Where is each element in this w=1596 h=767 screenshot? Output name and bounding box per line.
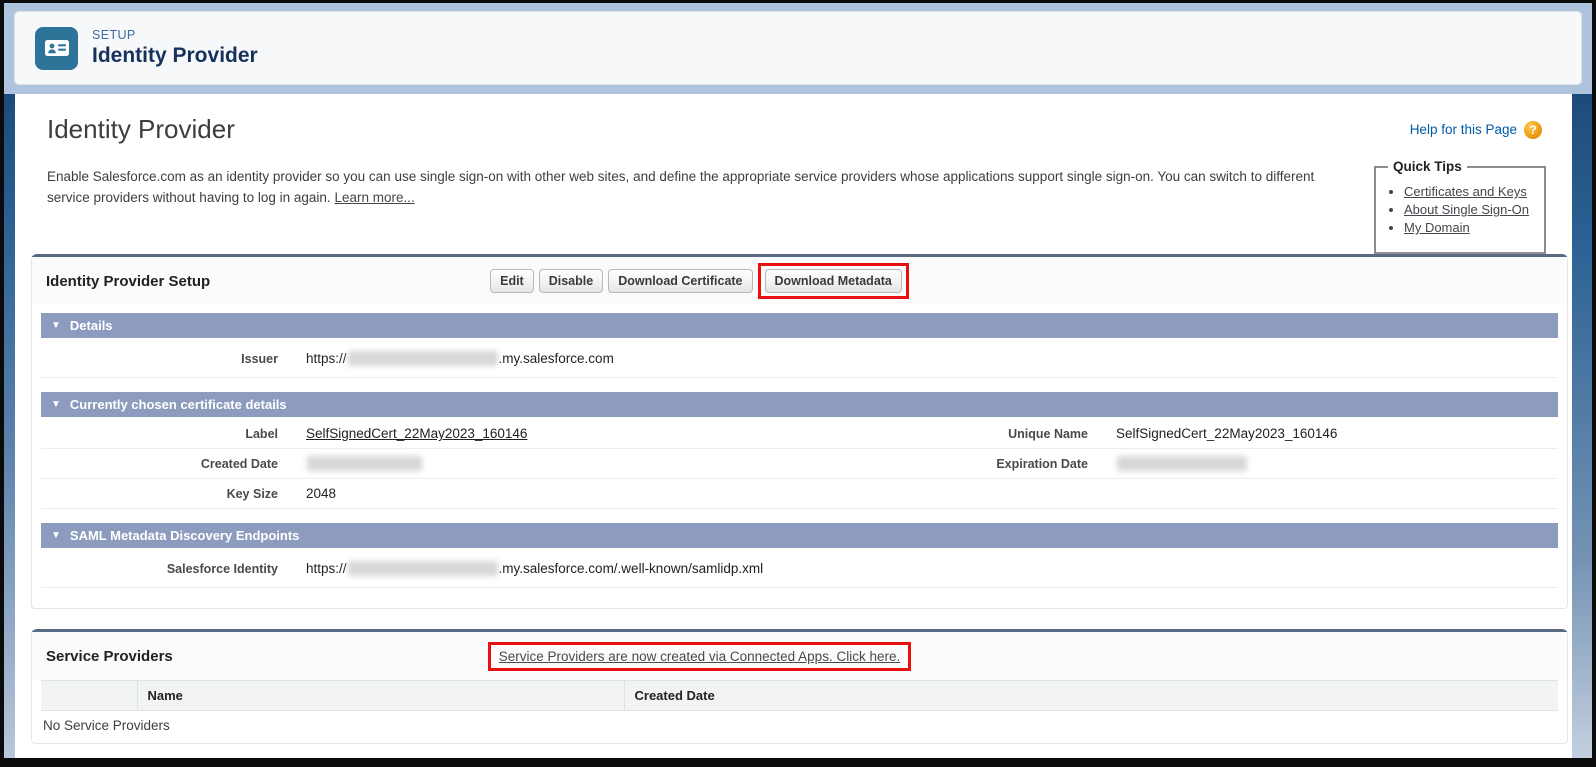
setup-eyebrow: SETUP	[92, 28, 136, 42]
saml-endpoints-section-title: SAML Metadata Discovery Endpoints	[69, 528, 300, 543]
left-decoration-strip	[4, 94, 15, 758]
certificate-details-rows: Label SelfSignedCert_22May2023_160146 Un…	[41, 417, 1558, 515]
disable-button[interactable]: Disable	[538, 269, 604, 293]
certificate-details-section-toggle[interactable]: ▼ Currently chosen certificate details	[41, 392, 1558, 417]
service-providers-body: Name Created Date No Service Providers	[32, 680, 1567, 743]
issuer-value: https:// .my.salesforce.com	[306, 351, 1558, 367]
saml-endpoints-section-toggle[interactable]: ▼ SAML Metadata Discovery Endpoints	[41, 523, 1558, 548]
annotation-highlight-connected-apps-link: Service Providers are now created via Co…	[487, 641, 912, 671]
quick-tip-link-about-single-sign-on[interactable]: About Single Sign-On	[1404, 202, 1529, 217]
redacted-value	[307, 456, 422, 472]
table-header-created-date: Created Date	[624, 680, 1558, 711]
download-metadata-button[interactable]: Download Metadata	[764, 269, 902, 293]
quick-tip-link-certificates-and-keys[interactable]: Certificates and Keys	[1404, 184, 1527, 199]
table-header-empty	[41, 680, 138, 711]
collapse-triangle-icon: ▼	[51, 320, 61, 331]
certificate-row-3: Key Size 2048	[41, 479, 1558, 509]
download-certificate-button[interactable]: Download Certificate	[608, 269, 753, 293]
identity-provider-setup-body: ▼ Details Issuer https:// .my.salesforce.…	[32, 305, 1567, 608]
salesforce-identity-value: https:// .my.salesforce.com/.well-known/s…	[306, 561, 1558, 577]
salesforce-identity-row: Salesforce Identity https:// .my.salesfor…	[41, 550, 1558, 588]
cert-label-value: SelfSignedCert_22May2023_160146	[306, 426, 931, 441]
key-size-value: 2048	[306, 486, 337, 501]
quick-tips-title: Quick Tips	[1393, 159, 1462, 174]
saml-endpoints-rows: Salesforce Identity https:// .my.salesfor…	[41, 548, 1558, 594]
quick-tips-box: Quick Tips Certificates and Keys About S…	[1374, 159, 1546, 254]
created-date-value	[306, 456, 931, 472]
learn-more-link[interactable]: Learn more...	[334, 190, 414, 205]
certificate-link[interactable]: SelfSignedCert_22May2023_160146	[306, 426, 527, 441]
identity-suffix: .my.salesforce.com/.well-known/samlidp.x…	[498, 560, 764, 576]
table-header-name: Name	[137, 680, 625, 711]
setup-button-group: Edit Disable Download Certificate Downlo…	[32, 263, 1367, 299]
annotation-highlight-download-metadata: Download Metadata	[757, 263, 909, 299]
page-title: Identity Provider	[47, 114, 235, 144]
unique-name-label: Unique Name	[1008, 426, 1088, 441]
redacted-value	[347, 561, 498, 577]
identity-prefix: https://	[306, 560, 347, 576]
setup-banner: SETUP Identity Provider	[4, 3, 1592, 94]
page-description: Enable Salesforce.com as an identity pro…	[47, 167, 1377, 209]
details-rows: Issuer https:// .my.salesforce.com	[41, 338, 1558, 384]
connected-apps-link[interactable]: Service Providers are now created via Co…	[499, 649, 900, 664]
issuer-suffix: .my.salesforce.com	[498, 350, 614, 366]
page-header: Identity Provider Help for this Page ?	[31, 108, 1568, 145]
issuer-row: Issuer https:// .my.salesforce.com	[41, 340, 1558, 378]
collapse-triangle-icon: ▼	[51, 530, 61, 541]
help-link[interactable]: Help for this Page	[1410, 122, 1517, 137]
issuer-prefix: https://	[306, 350, 347, 366]
service-providers-banner: Service Providers are now created via Co…	[32, 641, 1367, 671]
quick-tips-list-item: My Domain	[1404, 220, 1534, 235]
service-providers-table: Name Created Date	[41, 680, 1558, 711]
setup-title: Identity Provider	[92, 44, 258, 67]
issuer-label: Issuer	[241, 351, 278, 366]
edit-button[interactable]: Edit	[490, 269, 534, 293]
no-service-providers-message: No Service Providers	[43, 718, 170, 733]
page-content: Identity Provider Help for this Page ? Q…	[15, 94, 1572, 758]
cert-label-label: Label	[245, 426, 278, 441]
expiration-date-label: Expiration Date	[996, 456, 1088, 471]
expiration-date-value	[1116, 456, 1558, 472]
collapse-triangle-icon: ▼	[51, 399, 61, 410]
description-text: Enable Salesforce.com as an identity pro…	[47, 169, 1315, 205]
setup-header-card: SETUP Identity Provider	[14, 11, 1582, 85]
table-header-row: Name Created Date	[41, 680, 1558, 711]
details-section-title: Details	[69, 318, 113, 333]
screenshot-frame: SETUP Identity Provider Identity Provide…	[0, 0, 1596, 767]
certificate-row-2: Created Date Expiration Date	[41, 449, 1558, 479]
details-section-toggle[interactable]: ▼ Details	[41, 313, 1558, 338]
created-date-label: Created Date	[200, 456, 278, 471]
redacted-value	[347, 351, 498, 367]
identity-provider-icon	[35, 26, 78, 70]
unique-name-value: SelfSignedCert_22May2023_160146	[1116, 426, 1338, 441]
certificate-row-1: Label SelfSignedCert_22May2023_160146 Un…	[41, 419, 1558, 449]
quick-tips-list-item: About Single Sign-On	[1404, 202, 1534, 217]
service-providers-section: Service Providers Service Providers are …	[31, 629, 1568, 744]
quick-tips-list-item: Certificates and Keys	[1404, 184, 1534, 199]
help-for-this-page: Help for this Page ?	[1410, 120, 1542, 139]
setup-header-text: SETUP Identity Provider	[92, 28, 258, 68]
help-question-icon[interactable]: ?	[1524, 120, 1542, 139]
main-page: Identity Provider Help for this Page ? Q…	[4, 94, 1592, 758]
quick-tip-link-my-domain[interactable]: My Domain	[1404, 220, 1470, 235]
certificate-details-section-title: Currently chosen certificate details	[69, 397, 287, 412]
identity-provider-setup-section: Identity Provider Setup Edit Disable Dow…	[31, 254, 1568, 609]
identity-provider-setup-header: Identity Provider Setup Edit Disable Dow…	[32, 257, 1567, 305]
redacted-value	[1117, 456, 1247, 472]
salesforce-identity-label: Salesforce Identity	[166, 561, 278, 576]
service-providers-header: Service Providers Service Providers are …	[32, 632, 1567, 680]
right-decoration-strip	[1572, 94, 1592, 758]
key-size-label: Key Size	[226, 486, 278, 501]
